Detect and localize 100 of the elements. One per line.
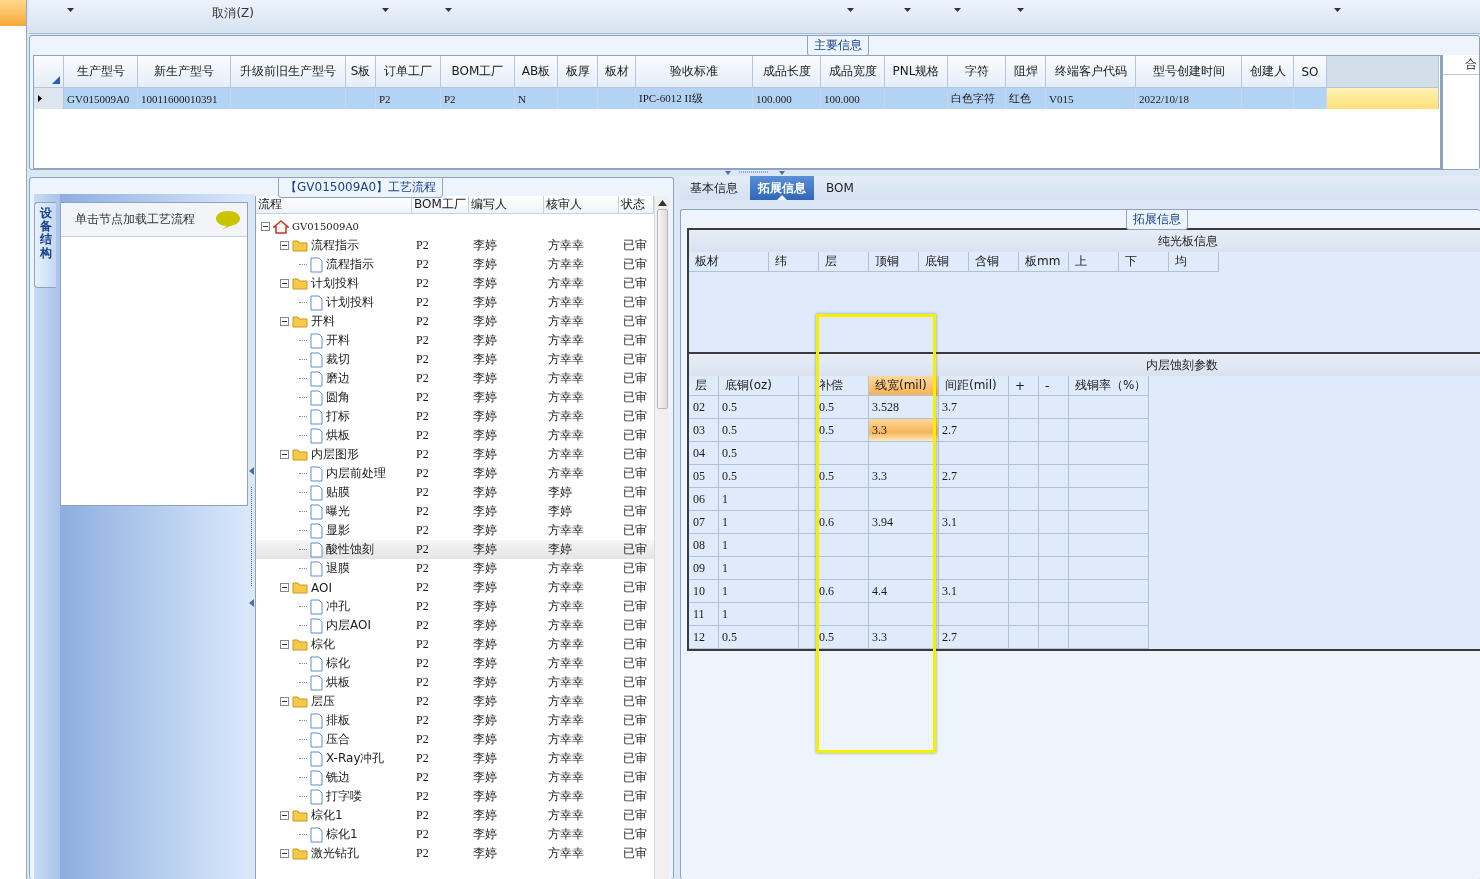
tab[interactable]: 拓展信息 (750, 176, 814, 200)
column-header[interactable]: PNL规格 (885, 56, 948, 88)
collapse-icon[interactable] (280, 811, 289, 820)
tab[interactable]: BOM (818, 176, 862, 200)
column-header[interactable]: BOM工厂 (412, 196, 469, 213)
column-header[interactable]: 均 (1169, 252, 1219, 272)
column-header[interactable]: 核审人 (544, 196, 619, 213)
column-header[interactable]: 顶铜 (869, 252, 919, 272)
tree-row[interactable]: 裁切 P2 李婷 方幸幸 已审 (256, 350, 654, 369)
collapse-grip-icon[interactable] (249, 466, 254, 607)
tree-row[interactable]: 棕化 P2 李婷 方幸幸 已审 (256, 635, 654, 654)
column-header[interactable]: 下 (1119, 252, 1169, 272)
collapse-icon[interactable] (280, 317, 289, 326)
tree-row[interactable]: 打标 P2 李婷 方幸幸 已审 (256, 407, 654, 426)
tree-row[interactable]: 烘板 P2 李婷 方幸幸 已审 (256, 426, 654, 445)
dropdown-caret-icon[interactable] (1017, 8, 1024, 12)
tree-row[interactable]: 贴膜 P2 李婷 李婷 已审 (256, 483, 654, 502)
column-header[interactable]: S板 (346, 56, 376, 88)
row-header[interactable] (34, 88, 64, 109)
tree-row[interactable]: 显影 P2 李婷 方幸幸 已审 (256, 521, 654, 540)
column-header[interactable]: SO (1294, 56, 1327, 88)
tree-row[interactable]: 内层前处理 P2 李婷 方幸幸 已审 (256, 464, 654, 483)
column-header[interactable]: 含铜 (969, 252, 1019, 272)
dropdown-caret-icon[interactable] (67, 8, 74, 12)
tree-row[interactable]: 激光钻孔 P2 李婷 方幸幸 已审 (256, 844, 654, 863)
column-header[interactable]: 阻焊 (1006, 56, 1046, 88)
tree-row[interactable]: 铣边 P2 李婷 方幸幸 已审 (256, 768, 654, 787)
tree-row[interactable]: 曝光 P2 李婷 李婷 已审 (256, 502, 654, 521)
tree-row[interactable]: 烘板 P2 李婷 方幸幸 已审 (256, 673, 654, 692)
column-header[interactable]: 板mm (1019, 252, 1069, 272)
column-header[interactable]: 补偿 (799, 376, 869, 396)
tree-row[interactable]: 冲孔 P2 李婷 方幸幸 已审 (256, 597, 654, 616)
column-header[interactable]: 新生产型号 (138, 56, 231, 88)
column-header[interactable]: 字符 (948, 56, 1006, 88)
tree-row[interactable]: 酸性蚀刻 P2 李婷 李婷 已审 (256, 540, 654, 559)
tree-row[interactable]: AOI P2 李婷 方幸幸 已审 (256, 578, 654, 597)
tree-row[interactable]: 开料 P2 李婷 方幸幸 已审 (256, 312, 654, 331)
column-header[interactable]: BOM工厂 (441, 56, 515, 88)
tree-row[interactable]: 计划投料 P2 李婷 方幸幸 已审 (256, 293, 654, 312)
column-header[interactable]: 底铜 (919, 252, 969, 272)
dropdown-caret-icon[interactable] (445, 8, 452, 12)
tree-row[interactable]: X-Ray冲孔 P2 李婷 方幸幸 已审 (256, 749, 654, 768)
column-header[interactable]: 板厚 (558, 56, 598, 88)
column-header[interactable]: 残铜率（%） (1069, 376, 1149, 396)
column-header[interactable]: 状态 (619, 196, 654, 213)
tree-row[interactable]: 开料 P2 李婷 方幸幸 已审 (256, 331, 654, 350)
column-header[interactable]: 合 (1443, 55, 1479, 75)
tree-row[interactable]: 圆角 P2 李婷 方幸幸 已审 (256, 388, 654, 407)
collapse-icon[interactable] (280, 697, 289, 706)
column-header[interactable]: 订单工厂 (376, 56, 441, 88)
splitter-grip-icon[interactable] (724, 170, 785, 176)
tree-row[interactable]: 退膜 P2 李婷 方幸幸 已审 (256, 559, 654, 578)
column-header[interactable]: 层 (689, 376, 719, 396)
column-header[interactable]: 上 (1069, 252, 1119, 272)
tree-row[interactable]: 层压 P2 李婷 方幸幸 已审 (256, 692, 654, 711)
tree-row[interactable]: 打字喽 P2 李婷 方幸幸 已审 (256, 787, 654, 806)
column-header[interactable]: 编写人 (469, 196, 544, 213)
tree-row[interactable]: 压合 P2 李婷 方幸幸 已审 (256, 730, 654, 749)
dropdown-caret-icon[interactable] (1334, 8, 1341, 12)
side-tab[interactable]: 设备结构 (34, 202, 56, 288)
column-header[interactable]: 生产型号 (64, 56, 138, 88)
column-header[interactable]: 纬 (769, 252, 819, 272)
tree-row[interactable]: GV015009A0 (256, 217, 654, 236)
tree-row[interactable]: 内层图形 P2 李婷 方幸幸 已审 (256, 445, 654, 464)
collapse-icon[interactable] (280, 450, 289, 459)
tree-row[interactable]: 棕化1 P2 李婷 方幸幸 已审 (256, 806, 654, 825)
column-header[interactable]: 终端客户代码 (1046, 56, 1136, 88)
column-header[interactable]: 成品长度 (753, 56, 821, 88)
column-header[interactable]: 板材 (689, 252, 769, 272)
scrollbar[interactable] (654, 196, 669, 879)
tab[interactable]: 基本信息 (682, 176, 746, 200)
column-header[interactable]: 升级前旧生产型号 (231, 56, 346, 88)
column-header[interactable]: 间距(mil) (939, 376, 1009, 396)
collapse-icon[interactable] (280, 279, 289, 288)
column-header[interactable]: AB板 (515, 56, 558, 88)
dropdown-caret-icon[interactable] (847, 8, 854, 12)
column-header[interactable]: 流程 (256, 196, 412, 213)
column-header[interactable]: + (1009, 376, 1039, 396)
tree-row[interactable]: 排板 P2 李婷 方幸幸 已审 (256, 711, 654, 730)
scroll-thumb[interactable] (656, 209, 668, 409)
tree-row[interactable]: 磨边 P2 李婷 方幸幸 已审 (256, 369, 654, 388)
tree-row[interactable]: 内层AOI P2 李婷 方幸幸 已审 (256, 616, 654, 635)
tree-row[interactable]: 流程指示 P2 李婷 方幸幸 已审 (256, 255, 654, 274)
column-header[interactable]: 创建人 (1242, 56, 1294, 88)
column-header[interactable]: - (1039, 376, 1069, 396)
tree-row[interactable]: 计划投料 P2 李婷 方幸幸 已审 (256, 274, 654, 293)
tree-row[interactable]: 棕化1 P2 李婷 方幸幸 已审 (256, 825, 654, 844)
collapse-icon[interactable] (280, 640, 289, 649)
dropdown-caret-icon[interactable] (904, 8, 911, 12)
column-header[interactable]: 成品宽度 (821, 56, 885, 88)
column-header[interactable]: 层 (819, 252, 869, 272)
dropdown-caret-icon[interactable] (954, 8, 961, 12)
scroll-up-icon[interactable] (657, 200, 667, 206)
collapse-icon[interactable] (261, 222, 270, 231)
tree-row[interactable]: 棕化 P2 李婷 方幸幸 已审 (256, 654, 654, 673)
column-header[interactable]: 型号创建时间 (1136, 56, 1242, 88)
collapse-icon[interactable] (280, 241, 289, 250)
tree-row[interactable]: 流程指示 P2 李婷 方幸幸 已审 (256, 236, 654, 255)
column-header[interactable]: 线宽(mil) (869, 376, 939, 396)
column-header[interactable]: 底铜(oz) (719, 376, 799, 396)
